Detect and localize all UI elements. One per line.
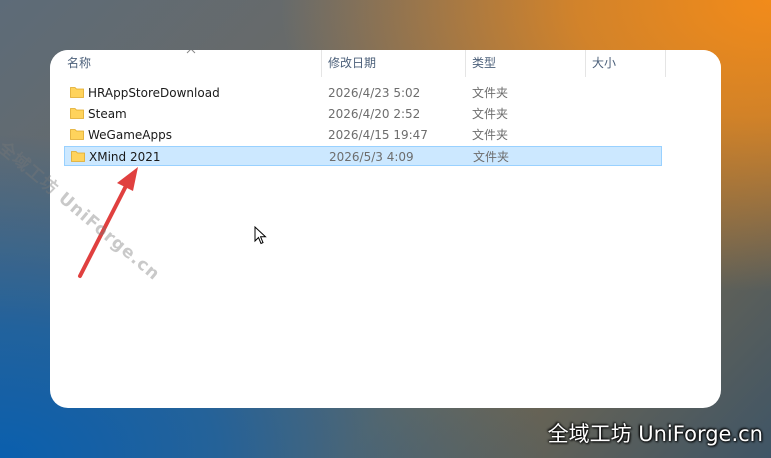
column-header-size[interactable]: 大小 [586,50,665,77]
file-type: 文件夹 [472,107,509,121]
file-type: 文件夹 [473,150,510,164]
file-row[interactable]: XMind 2021 2026/5/3 4:09 文件夹 [64,146,662,166]
folder-icon [71,151,85,162]
column-header-type[interactable]: 类型 [466,50,585,77]
folder-icon [70,129,84,140]
watermark-corner: 全域工坊 UniForge.cn [547,422,763,446]
file-row[interactable]: Steam 2026/4/20 2:52 文件夹 [64,104,662,124]
column-header-name[interactable]: 名称 [61,50,321,77]
column-divider[interactable] [665,50,666,77]
file-modified: 2026/4/20 2:52 [328,107,421,121]
file-modified: 2026/4/23 5:02 [328,86,421,100]
folder-icon [70,108,84,119]
column-header: 名称 修改日期 类型 大小 [50,50,721,77]
file-row[interactable]: HRAppStoreDownload 2026/4/23 5:02 文件夹 [64,83,662,103]
file-name: WeGameApps [88,128,172,142]
file-type: 文件夹 [472,86,509,100]
file-name: HRAppStoreDownload [88,86,220,100]
file-type: 文件夹 [472,128,509,142]
file-row[interactable]: WeGameApps 2026/4/15 19:47 文件夹 [64,125,662,145]
file-modified: 2026/5/3 4:09 [329,150,414,164]
folder-icon [70,87,84,98]
file-name: XMind 2021 [89,150,161,164]
file-modified: 2026/4/15 19:47 [328,128,428,142]
column-header-modified[interactable]: 修改日期 [322,50,465,77]
file-explorer-window: 名称 修改日期 类型 大小 HRAppStoreDownload 2026/4/2… [50,50,721,408]
file-name: Steam [88,107,127,121]
mouse-cursor-icon [254,226,267,245]
